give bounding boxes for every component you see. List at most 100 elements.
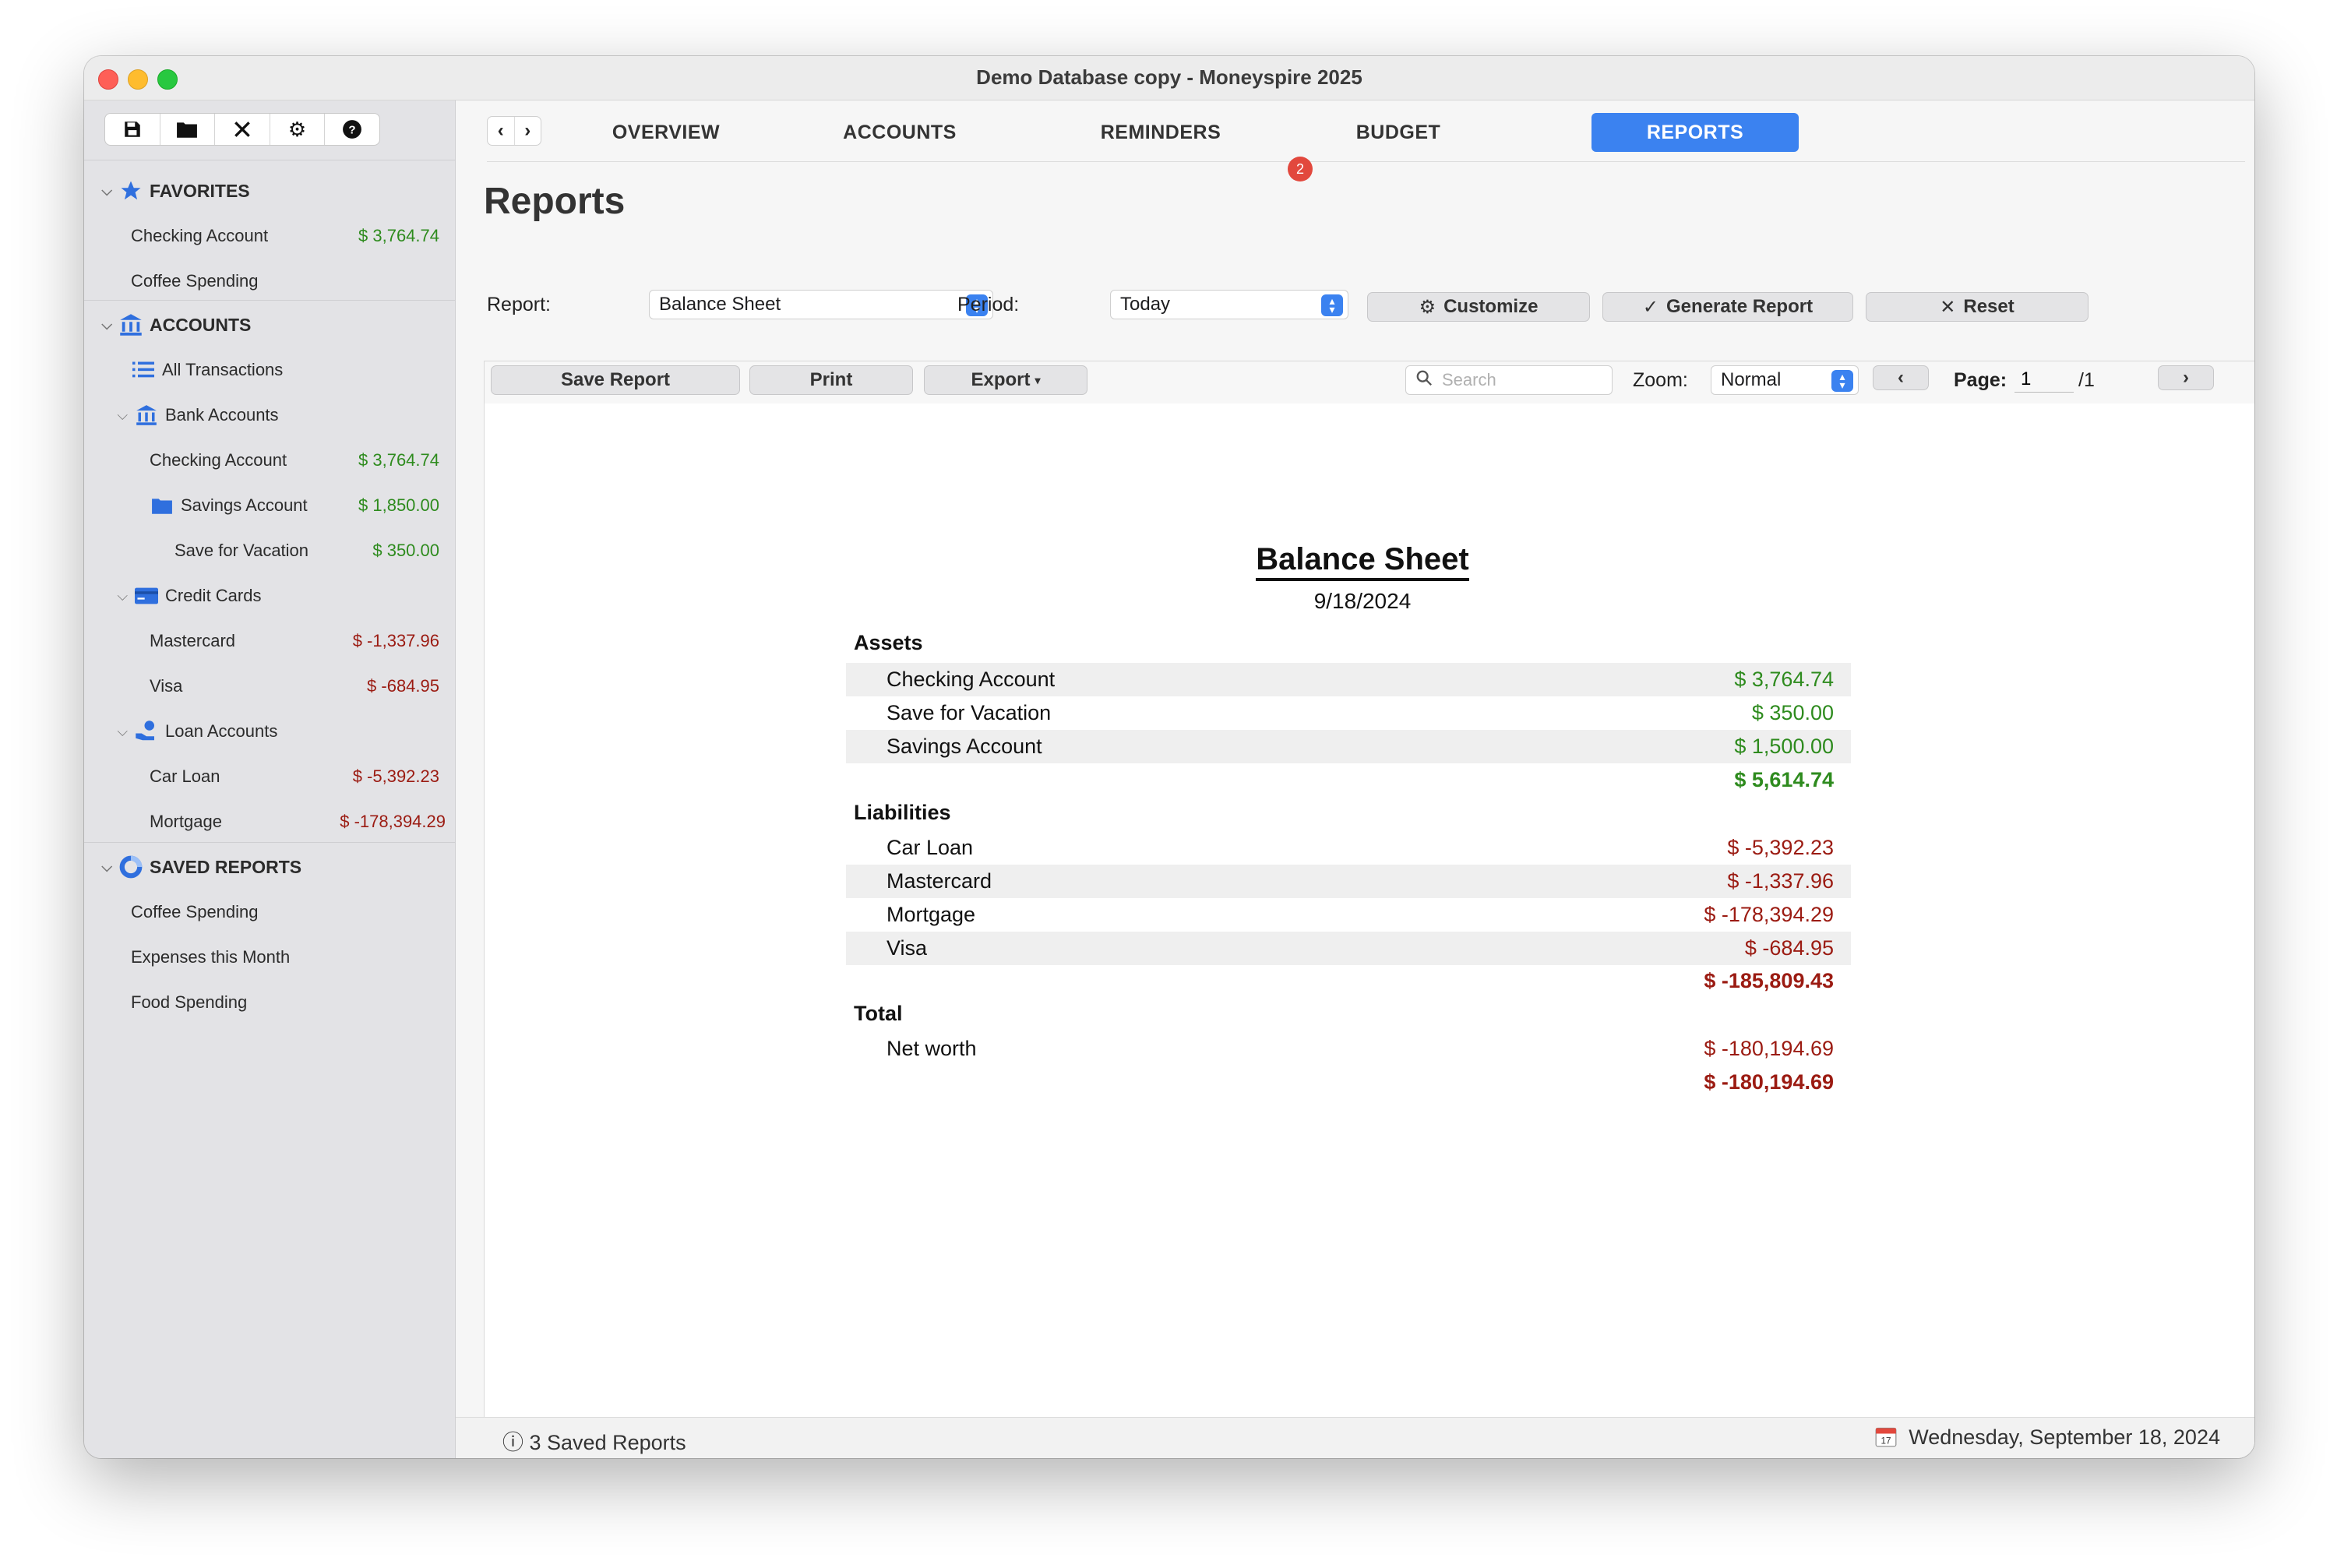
next-page-button[interactable]: › (2158, 365, 2214, 390)
sidebar-item-saved-report[interactable]: Expenses this Month (131, 942, 439, 973)
star-icon (118, 178, 143, 203)
report-date: 9/18/2024 (1313, 589, 1412, 613)
customize-button[interactable]: ⚙ Customize (1367, 292, 1590, 322)
sidebar-toolbar: ⚙ ? (104, 113, 380, 146)
chevron-down-icon[interactable]: ⌵ (106, 588, 128, 604)
sidebar-item-checking-account[interactable]: Checking Account $ 3,764.74 (150, 445, 439, 476)
section-total: $ -180,194.69 (1704, 1070, 1834, 1094)
sidebar-item-saved-report[interactable]: Coffee Spending (131, 897, 439, 928)
page-label: Page: (1954, 369, 2007, 391)
chevron-down-icon[interactable]: ⌵ (84, 859, 112, 876)
sidebar-item-all-transactions[interactable]: All Transactions (131, 354, 439, 386)
section-saved-reports[interactable]: ⌵ SAVED REPORTS (84, 851, 455, 883)
generate-report-button[interactable]: ✓ Generate Report (1602, 292, 1853, 322)
sidebar-item-save-for-vacation[interactable]: Save for Vacation $ 350.00 (174, 535, 439, 566)
app-window: Demo Database copy - Moneyspire 2025 ⚙ ?… (84, 56, 2254, 1458)
report-title: Balance Sheet (485, 542, 2240, 581)
folder-icon[interactable] (160, 114, 216, 145)
title-bar: Demo Database copy - Moneyspire 2025 (84, 56, 2254, 100)
tab-reminders[interactable]: REMINDERS (1063, 113, 1258, 152)
page-title: Reports (484, 181, 626, 222)
status-saved-reports: ⓘ 3 Saved Reports (502, 1431, 686, 1454)
section-heading: Assets (854, 631, 923, 654)
updown-stepper-icon: ▴ ▾ (1321, 294, 1343, 316)
sidebar-group-bank-accounts[interactable]: ⌵ Bank Accounts (106, 400, 439, 431)
section-label: ACCOUNTS (150, 314, 252, 335)
report-toolbar: Save Report Print Export ▾ Zoom: Normal … (485, 361, 2254, 403)
search-field[interactable] (1405, 365, 1613, 395)
table-row: Car Loan $ -5,392.23 (887, 836, 1834, 859)
section-total: $ 5,614.74 (1734, 768, 1834, 791)
reset-button[interactable]: ✕ Reset (1866, 292, 2088, 322)
gear-icon: ⚙ (1419, 296, 1436, 318)
save-icon[interactable] (105, 114, 160, 145)
info-icon: ⓘ (502, 1431, 523, 1454)
table-row: Mortgage $ -178,394.29 (887, 903, 1834, 926)
chevron-down-icon[interactable]: ⌵ (106, 407, 128, 424)
sidebar-item-visa[interactable]: Visa $ -684.95 (150, 671, 439, 702)
search-input[interactable] (1440, 369, 1599, 391)
section-total: $ -185,809.43 (1704, 969, 1834, 992)
svg-text:?: ? (349, 123, 356, 136)
sidebar-item-savings-account[interactable]: Savings Account $ 1,850.00 (150, 490, 439, 521)
chevron-down-icon[interactable]: ⌵ (84, 317, 112, 333)
help-icon[interactable]: ? (325, 114, 379, 145)
tab-budget[interactable]: BUDGET (1320, 113, 1476, 152)
forward-arrow-icon[interactable]: › (515, 117, 541, 145)
section-accounts[interactable]: ⌵ ACCOUNTS (84, 309, 455, 340)
sidebar: ⚙ ? ⌵ FAVORITES Checking Account $ 3,764… (84, 100, 456, 1458)
folder-icon (150, 493, 174, 518)
tab-accounts[interactable]: ACCOUNTS (822, 113, 978, 152)
sidebar-item-car-loan[interactable]: Car Loan $ -5,392.23 (150, 761, 439, 792)
bank-icon (134, 403, 159, 428)
reminders-badge: 2 (1288, 157, 1313, 181)
zoom-select[interactable]: Normal ▴ ▾ (1711, 365, 1859, 395)
chevron-down-icon[interactable]: ⌵ (84, 183, 112, 199)
table-row: Checking Account $ 3,764.74 (846, 663, 1851, 696)
sidebar-item-saved-report[interactable]: Food Spending (131, 987, 439, 1018)
updown-stepper-icon: ▴ ▾ (1831, 370, 1853, 392)
page-total: /1 (2078, 369, 2095, 391)
period-label: Period: (957, 294, 1020, 315)
save-report-button[interactable]: Save Report (491, 365, 740, 395)
tools-icon[interactable] (215, 114, 270, 145)
credit-card-icon (134, 583, 159, 608)
section-heading: Total (854, 1002, 903, 1025)
report-viewer: Save Report Print Export ▾ Zoom: Normal … (484, 361, 2254, 1450)
sidebar-group-loan-accounts[interactable]: ⌵ Loan Accounts (106, 716, 439, 747)
window-title: Demo Database copy - Moneyspire 2025 (976, 65, 1362, 89)
search-icon (1415, 369, 1433, 391)
section-label: FAVORITES (150, 180, 250, 201)
tab-overview[interactable]: OVERVIEW (588, 113, 744, 152)
status-date: 17 Wednesday, September 18, 2024 (1875, 1425, 2220, 1450)
sidebar-item-mastercard[interactable]: Mastercard $ -1,337.96 (150, 625, 439, 657)
report-ring-icon (118, 854, 143, 879)
list-icon (131, 358, 156, 382)
period-select[interactable]: Today ▴ ▾ (1110, 290, 1348, 319)
checkmark-icon: ✓ (1642, 296, 1659, 318)
calendar-icon: 17 (1875, 1425, 1897, 1447)
tab-reports[interactable]: REPORTS (1591, 113, 1799, 152)
chevron-down-icon[interactable]: ⌵ (106, 724, 128, 740)
section-favorites[interactable]: ⌵ FAVORITES (84, 175, 455, 206)
back-arrow-icon[interactable]: ‹ (488, 117, 515, 145)
main-content: ‹ › OVERVIEW ACCOUNTS REMINDERS BUDGET R… (456, 100, 2254, 1458)
export-button[interactable]: Export ▾ (924, 365, 1087, 395)
print-button[interactable]: Print (749, 365, 913, 395)
table-row: Mastercard $ -1,337.96 (846, 865, 1851, 898)
table-row: Net worth $ -180,194.69 (887, 1037, 1834, 1060)
sidebar-item-mortgage[interactable]: Mortgage $ -178,394.29 (150, 806, 446, 837)
previous-page-button[interactable]: ‹ (1873, 365, 1929, 390)
report-select[interactable]: Balance Sheet ▴ ▾ (649, 290, 993, 319)
table-row: Visa $ -684.95 (846, 932, 1851, 965)
section-heading: Liabilities (854, 801, 951, 824)
section-label: SAVED REPORTS (150, 856, 302, 877)
sidebar-item-coffee-favorite[interactable]: Coffee Spending (131, 266, 439, 297)
table-row: Savings Account $ 1,500.00 (846, 730, 1851, 763)
svg-text:17: 17 (1881, 1436, 1891, 1446)
sidebar-group-credit-cards[interactable]: ⌵ Credit Cards (106, 580, 439, 611)
page-number-input[interactable] (2014, 366, 2074, 393)
zoom-label: Zoom: (1633, 369, 1688, 391)
sidebar-item-checking-favorite[interactable]: Checking Account $ 3,764.74 (131, 220, 439, 252)
gear-icon[interactable]: ⚙ (270, 114, 326, 145)
